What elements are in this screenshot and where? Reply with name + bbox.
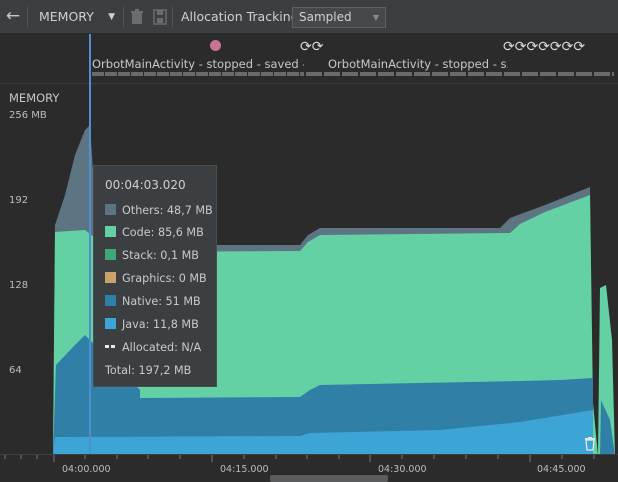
- timeline-cursor[interactable]: [89, 34, 91, 460]
- legend-swatch: [105, 204, 116, 215]
- x-tick-label: 04:15.000: [220, 464, 269, 475]
- tooltip-row-label: Allocated: N/A: [122, 341, 202, 354]
- y-tick-label: 256 MB: [9, 110, 47, 121]
- tooltip-time: 00:04:03.020: [105, 178, 186, 192]
- legend-swatch: [105, 226, 116, 237]
- tooltip-row-label: Native: 51 MB: [122, 295, 201, 308]
- legend-swatch: [105, 272, 116, 283]
- tooltip-row-graphics: Graphics: 0 MB: [105, 271, 207, 287]
- x-tick-label: 04:00.000: [62, 464, 111, 475]
- dashed-line-icon: [105, 345, 116, 348]
- tooltip-row-label: Others: 48,7 MB: [122, 204, 213, 217]
- tooltip-total: Total: 197,2 MB: [105, 364, 192, 377]
- y-tick-label: 192: [9, 195, 29, 206]
- y-tick-label: 64: [9, 365, 22, 376]
- time-axis: 04:00.000 04:15.000 04:30.000 04:45.000: [0, 454, 618, 482]
- tooltip-row-code: Code: 85,6 MB: [105, 225, 204, 241]
- tooltip-row-java: Java: 11,8 MB: [105, 317, 199, 333]
- tooltip-row-label: Graphics: 0 MB: [122, 272, 207, 285]
- legend-swatch: [105, 295, 116, 306]
- tooltip-row-allocated: Allocated: N/A: [105, 340, 201, 356]
- tooltip-row-label: Code: 85,6 MB: [122, 226, 204, 239]
- x-tick-label: 04:45.000: [537, 464, 586, 475]
- y-tick-label: 128: [9, 280, 29, 291]
- tooltip-row-stack: Stack: 0,1 MB: [105, 248, 199, 264]
- memory-title: MEMORY: [9, 91, 60, 105]
- tooltip-row-others: Others: 48,7 MB: [105, 203, 213, 219]
- garbage-collection-icon[interactable]: [584, 437, 596, 451]
- tooltip-row-native: Native: 51 MB: [105, 294, 201, 310]
- tooltip-row-label: Stack: 0,1 MB: [122, 249, 199, 262]
- legend-swatch: [105, 249, 116, 260]
- legend-swatch: [105, 318, 116, 329]
- x-tick-label: 04:30.000: [378, 464, 427, 475]
- memory-tooltip: 00:04:03.020 Others: 48,7 MB Code: 85,6 …: [93, 165, 217, 387]
- tooltip-row-label: Java: 11,8 MB: [122, 318, 199, 331]
